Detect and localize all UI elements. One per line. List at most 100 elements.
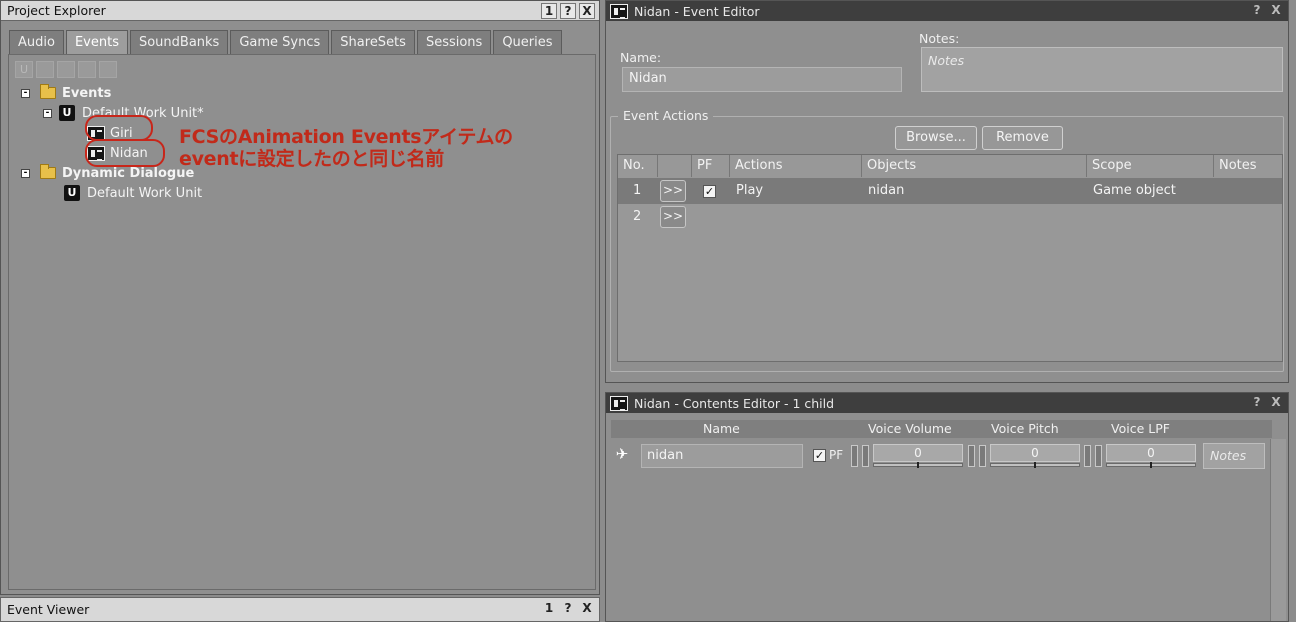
work-unit-icon: U — [59, 105, 75, 121]
collapse-icon[interactable]: - — [43, 108, 52, 118]
event-icon[interactable] — [78, 61, 96, 78]
column-header-name[interactable]: Name — [703, 421, 740, 436]
event-actions-table: No. PF Actions Objects Scope Notes 1 >> … — [617, 154, 1283, 362]
help-button[interactable]: ? — [560, 601, 576, 617]
voice-pitch-value[interactable]: 0 — [990, 444, 1080, 462]
annotation-circle-giri — [85, 115, 153, 141]
tab-events[interactable]: Events — [65, 30, 128, 54]
column-header-voice-pitch[interactable]: Voice Pitch — [991, 421, 1059, 436]
help-button[interactable]: ? — [1249, 3, 1265, 19]
event-icon — [610, 3, 628, 19]
expand-arrow-button[interactable]: >> — [660, 206, 686, 228]
child-name-field[interactable]: nidan — [641, 444, 803, 468]
close-button[interactable]: X — [1268, 395, 1284, 411]
collapse-icon[interactable]: - — [21, 168, 30, 178]
action-cell[interactable]: Play — [731, 178, 763, 204]
table-row[interactable]: 1 >> ✓ Play nidan Game object — [618, 178, 1282, 204]
scope-cell[interactable]: Game object — [1088, 178, 1176, 204]
panel-title: Nidan - Event Editor — [634, 3, 760, 19]
pf-checkbox[interactable]: ✓ — [703, 185, 716, 198]
help-button[interactable]: ? — [1249, 395, 1265, 411]
child-notes-field[interactable]: Notes — [1203, 443, 1265, 469]
column-header-no[interactable]: No. — [618, 155, 658, 177]
voice-lpf-value[interactable]: 0 — [1106, 444, 1196, 462]
contents-editor-panel: Nidan - Contents Editor - 1 child ? X Na… — [605, 392, 1289, 622]
dialogue-event-icon[interactable] — [99, 61, 117, 78]
folder-icon[interactable] — [57, 61, 75, 78]
voice-volume-value[interactable]: 0 — [873, 444, 963, 462]
close-button[interactable]: X — [1268, 3, 1284, 19]
tree-item-dynamic-work-unit[interactable]: U Default Work Unit — [64, 184, 202, 202]
event-icon — [610, 395, 628, 411]
folder-icon[interactable] — [36, 61, 54, 78]
panel-title: Event Viewer — [7, 602, 90, 617]
close-button[interactable]: X — [579, 601, 595, 617]
browse-button[interactable]: Browse... — [895, 126, 977, 150]
column-header-objects[interactable]: Objects — [862, 155, 1087, 177]
tab-queries[interactable]: Queries — [493, 30, 562, 54]
voice-pitch-slider[interactable]: 0 — [968, 444, 1080, 468]
slider-track[interactable] — [990, 462, 1080, 468]
table-row[interactable]: 2 >> — [618, 204, 1282, 230]
project-explorer-panel: Project Explorer 1 ? X Audio Events Soun… — [0, 0, 600, 595]
contents-editor-titlebar: Nidan - Contents Editor - 1 child ? X — [606, 393, 1288, 413]
column-header-voice-volume[interactable]: Voice Volume — [868, 421, 952, 436]
rtpc-indicator-icon[interactable] — [1095, 445, 1102, 467]
project-explorer-titlebar: Project Explorer 1 ? X — [1, 1, 599, 21]
panel-title: Nidan - Contents Editor - 1 child — [634, 395, 835, 411]
tree-item-events[interactable]: - Events — [21, 84, 111, 102]
annotation-circle-nidan — [85, 139, 165, 167]
row-number: 1 — [633, 183, 642, 198]
voice-volume-slider[interactable]: 0 — [851, 444, 963, 468]
close-button[interactable]: X — [579, 3, 595, 19]
column-header-notes[interactable]: Notes — [1214, 155, 1282, 177]
contents-header-row: Name Voice Volume Voice Pitch Voice LPF — [611, 420, 1272, 438]
rtpc-indicator-icon[interactable] — [979, 445, 986, 467]
slider-track[interactable] — [873, 462, 963, 468]
folder-icon — [40, 164, 56, 179]
tab-sessions[interactable]: Sessions — [416, 30, 492, 54]
pin-button[interactable]: 1 — [541, 3, 557, 19]
explorer-tabs: Audio Events SoundBanks Game Syncs Share… — [9, 30, 564, 54]
event-viewer-panel: Event Viewer 1 ? X — [0, 597, 600, 622]
row-number: 2 — [633, 209, 642, 224]
pf-label: PF — [829, 448, 844, 462]
help-button[interactable]: ? — [560, 3, 576, 19]
remove-button[interactable]: Remove — [982, 126, 1063, 150]
tab-sharesets[interactable]: ShareSets — [331, 30, 415, 54]
column-header-scope[interactable]: Scope — [1087, 155, 1214, 177]
notes-label: Notes: — [919, 31, 960, 46]
link-indicator-icon[interactable] — [851, 445, 858, 467]
column-header-actions[interactable]: Actions — [730, 155, 862, 177]
column-header-blank[interactable] — [658, 155, 692, 177]
collapse-icon[interactable]: - — [21, 88, 30, 98]
tab-audio[interactable]: Audio — [9, 30, 64, 54]
slider-track[interactable] — [1106, 462, 1196, 468]
event-notes-field[interactable]: Notes — [921, 47, 1283, 92]
voice-lpf-slider[interactable]: 0 — [1084, 444, 1196, 468]
link-indicator-icon[interactable] — [1084, 445, 1091, 467]
pin-button[interactable]: 1 — [541, 601, 557, 617]
folder-icon — [40, 84, 56, 99]
event-viewer-titlebar: Event Viewer 1 ? X — [1, 598, 599, 621]
work-unit-icon[interactable]: U — [15, 61, 33, 78]
panel-title: Project Explorer — [7, 3, 106, 18]
events-tree-pane: U - Events - U Default Work Unit* Giri N… — [8, 54, 596, 590]
tab-game-syncs[interactable]: Game Syncs — [230, 30, 330, 54]
work-unit-icon: U — [64, 185, 80, 201]
tab-soundbanks[interactable]: SoundBanks — [129, 30, 229, 54]
vertical-scrollbar[interactable] — [1270, 439, 1286, 621]
event-name-field[interactable]: Nidan — [622, 67, 902, 92]
name-label: Name: — [620, 50, 662, 65]
link-indicator-icon[interactable] — [968, 445, 975, 467]
pf-checkbox[interactable]: ✓ — [813, 449, 826, 462]
event-editor-titlebar: Nidan - Event Editor ? X — [606, 1, 1288, 21]
sound-sfx-icon: ✈ — [615, 445, 629, 463]
column-header-pf[interactable]: PF — [692, 155, 730, 177]
explorer-toolbar: U — [15, 61, 117, 78]
object-cell[interactable]: nidan — [863, 178, 904, 204]
rtpc-indicator-icon[interactable] — [862, 445, 869, 467]
annotation-text-line1: FCSのAnimation Eventsアイテムの — [179, 126, 513, 148]
expand-arrow-button[interactable]: >> — [660, 180, 686, 202]
column-header-voice-lpf[interactable]: Voice LPF — [1111, 421, 1170, 436]
